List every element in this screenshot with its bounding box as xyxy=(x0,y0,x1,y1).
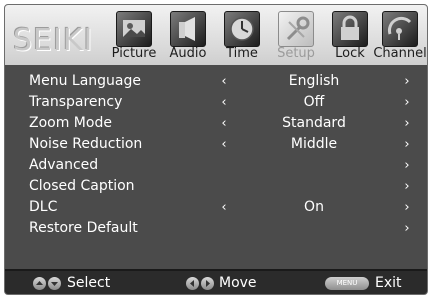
tab-channel-label: Channel xyxy=(373,46,427,61)
right-arrow-icon[interactable]: › xyxy=(401,197,413,218)
menu-item-value: English xyxy=(288,73,340,89)
right-arrow-icon[interactable]: › xyxy=(401,155,413,176)
menu-item-value: Off xyxy=(303,94,325,110)
menu-item-value: Standard xyxy=(282,115,346,131)
tab-channel[interactable]: Channel xyxy=(373,5,427,65)
brand-logo: SEIKI xyxy=(13,23,94,58)
channel-icon xyxy=(382,11,418,47)
tv-menu-frame: SEIKI Picture Audio Time Setup Lock Chan… xyxy=(4,4,428,295)
left-arrow-icon[interactable]: ‹ xyxy=(218,92,230,113)
menu-item-label: Menu Language xyxy=(29,73,141,89)
down-button-icon xyxy=(48,277,61,290)
tab-setup[interactable]: Setup xyxy=(269,5,323,65)
menu-item-label: DLC xyxy=(29,199,58,215)
menu-item-label: Restore Default xyxy=(29,220,138,236)
menu-item-label: Closed Caption xyxy=(29,178,135,194)
menu-item-label: Transparency xyxy=(29,94,123,110)
menu-item-label: Advanced xyxy=(29,157,99,173)
select-hint-label: Select xyxy=(67,275,111,291)
key-hints-bar: Select Move MENU Exit xyxy=(5,269,427,294)
right-button-icon xyxy=(201,277,214,290)
tab-lock[interactable]: Lock xyxy=(323,5,377,65)
picture-icon xyxy=(116,11,152,47)
right-arrow-icon[interactable]: › xyxy=(401,176,413,197)
left-arrow-icon[interactable]: ‹ xyxy=(218,134,230,155)
menu-item-label: Zoom Mode xyxy=(29,115,112,131)
clock-icon xyxy=(224,11,260,47)
right-arrow-icon[interactable]: › xyxy=(401,218,413,239)
exit-hint-label: Exit xyxy=(375,275,402,291)
right-arrow-icon[interactable]: › xyxy=(401,134,413,155)
menu-button-icon: MENU xyxy=(325,277,369,290)
menu-item-menu-language[interactable]: Menu Language ‹ English › xyxy=(5,71,427,92)
menu-item-value: Middle xyxy=(290,136,338,152)
tab-time-label: Time xyxy=(226,46,258,61)
setup-icon xyxy=(278,11,314,47)
left-arrow-icon[interactable]: ‹ xyxy=(218,197,230,218)
menu-item-transparency[interactable]: Transparency ‹ Off › xyxy=(5,92,427,113)
menu-item-advanced[interactable]: Advanced › xyxy=(5,155,427,176)
tab-picture[interactable]: Picture xyxy=(107,5,161,65)
up-button-icon xyxy=(33,277,46,290)
menu-item-value: On xyxy=(304,199,324,215)
setup-menu-list: Menu Language ‹ English › Transparency ‹… xyxy=(5,69,427,265)
tab-audio[interactable]: Audio xyxy=(161,5,215,65)
menu-item-dlc[interactable]: DLC ‹ On › xyxy=(5,197,427,218)
menu-item-label: Noise Reduction xyxy=(29,136,143,152)
menu-button-label: MENU xyxy=(336,279,358,287)
left-arrow-icon[interactable]: ‹ xyxy=(218,71,230,92)
menu-item-closed-caption[interactable]: Closed Caption › xyxy=(5,176,427,197)
tab-picture-label: Picture xyxy=(111,46,157,61)
right-arrow-icon[interactable]: › xyxy=(401,71,413,92)
menu-header: SEIKI Picture Audio Time Setup Lock Chan… xyxy=(5,5,427,65)
tab-audio-label: Audio xyxy=(169,46,207,61)
audio-icon xyxy=(170,11,206,47)
menu-item-noise-reduction[interactable]: Noise Reduction ‹ Middle › xyxy=(5,134,427,155)
tab-time[interactable]: Time xyxy=(215,5,269,65)
tab-setup-label: Setup xyxy=(277,46,315,61)
menu-item-zoom-mode[interactable]: Zoom Mode ‹ Standard › xyxy=(5,113,427,134)
lock-icon xyxy=(332,11,368,47)
move-hint-label: Move xyxy=(219,275,257,291)
left-arrow-icon[interactable]: ‹ xyxy=(218,113,230,134)
menu-item-restore-default[interactable]: Restore Default › xyxy=(5,218,427,239)
left-button-icon xyxy=(186,277,199,290)
right-arrow-icon[interactable]: › xyxy=(401,113,413,134)
right-arrow-icon[interactable]: › xyxy=(401,92,413,113)
tab-lock-label: Lock xyxy=(335,46,365,61)
